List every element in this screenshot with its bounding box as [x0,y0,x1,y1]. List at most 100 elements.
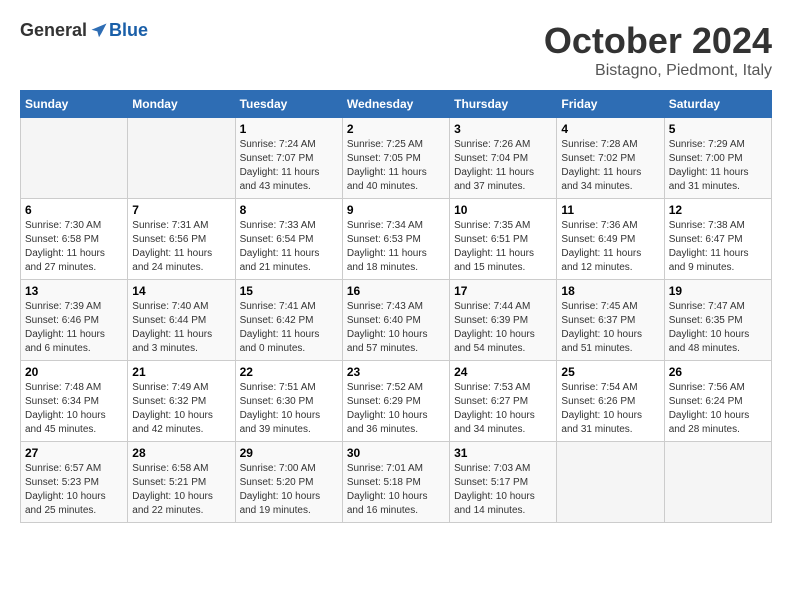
calendar-cell [557,442,664,523]
calendar-cell: 31 Sunrise: 7:03 AM Sunset: 5:17 PM Dayli… [450,442,557,523]
logo-bird-icon [89,21,109,41]
day-info: Sunrise: 7:29 AM Sunset: 7:00 PM Dayligh… [669,138,767,194]
day-number: 2 [347,122,445,136]
day-number: 24 [454,365,552,379]
calendar-cell: 18 Sunrise: 7:45 AM Sunset: 6:37 PM Dayli… [557,280,664,361]
calendar-cell [664,442,771,523]
day-info: Sunrise: 7:00 AM Sunset: 5:20 PM Dayligh… [240,462,338,518]
logo: General Blue [20,20,148,41]
day-info: Sunrise: 7:40 AM Sunset: 6:44 PM Dayligh… [132,300,230,356]
calendar-cell: 23Sunrise: 7:52 AM Sunset: 6:29 PM Dayli… [342,361,449,442]
calendar-cell: 6 Sunrise: 7:30 AM Sunset: 6:58 PM Daylig… [21,199,128,280]
calendar-cell: 10Sunrise: 7:35 AM Sunset: 6:51 PM Dayli… [450,199,557,280]
calendar-cell: 12 Sunrise: 7:38 AM Sunset: 6:47 PM Dayli… [664,199,771,280]
location-title: Bistagno, Piedmont, Italy [544,62,772,80]
day-info: Sunrise: 7:39 AM Sunset: 6:46 PM Dayligh… [25,300,123,356]
day-number: 5 [669,122,767,136]
weekday-header-saturday: Saturday [664,91,771,118]
calendar-cell: 13 Sunrise: 7:39 AM Sunset: 6:46 PM Dayli… [21,280,128,361]
day-info: Sunrise: 7:33 AM Sunset: 6:54 PM Dayligh… [240,219,338,275]
week-row-5: 27Sunrise: 6:57 AM Sunset: 5:23 PM Dayli… [21,442,772,523]
calendar-cell: 26 Sunrise: 7:56 AM Sunset: 6:24 PM Dayli… [664,361,771,442]
page-header: General Blue October 2024 Bistagno, Pied… [20,20,772,80]
day-number: 12 [669,203,767,217]
calendar-cell: 7 Sunrise: 7:31 AM Sunset: 6:56 PM Daylig… [128,199,235,280]
day-number: 19 [669,284,767,298]
logo-blue-text: Blue [109,20,148,41]
calendar-cell: 21 Sunrise: 7:49 AM Sunset: 6:32 PM Dayli… [128,361,235,442]
day-number: 4 [561,122,659,136]
calendar-cell: 20Sunrise: 7:48 AM Sunset: 6:34 PM Dayli… [21,361,128,442]
calendar-cell: 24 Sunrise: 7:53 AM Sunset: 6:27 PM Dayli… [450,361,557,442]
day-info: Sunrise: 7:28 AM Sunset: 7:02 PM Dayligh… [561,138,659,194]
calendar-cell [128,118,235,199]
calendar-cell: 14 Sunrise: 7:40 AM Sunset: 6:44 PM Dayli… [128,280,235,361]
calendar-cell: 29 Sunrise: 7:00 AM Sunset: 5:20 PM Dayli… [235,442,342,523]
logo-general-text: General [20,20,87,41]
day-number: 30 [347,446,445,460]
day-number: 3 [454,122,552,136]
calendar-cell: 28Sunrise: 6:58 AM Sunset: 5:21 PM Dayli… [128,442,235,523]
day-number: 31 [454,446,552,460]
calendar-cell: 27Sunrise: 6:57 AM Sunset: 5:23 PM Dayli… [21,442,128,523]
day-number: 16 [347,284,445,298]
day-number: 25 [561,365,659,379]
day-info: Sunrise: 7:54 AM Sunset: 6:26 PM Dayligh… [561,381,659,437]
calendar-cell: 9Sunrise: 7:34 AM Sunset: 6:53 PM Daylig… [342,199,449,280]
calendar-cell: 4 Sunrise: 7:28 AM Sunset: 7:02 PM Daylig… [557,118,664,199]
calendar-cell: 1Sunrise: 7:24 AM Sunset: 7:07 PM Daylig… [235,118,342,199]
calendar-cell: 3Sunrise: 7:26 AM Sunset: 7:04 PM Daylig… [450,118,557,199]
day-info: Sunrise: 7:36 AM Sunset: 6:49 PM Dayligh… [561,219,659,275]
day-info: Sunrise: 7:52 AM Sunset: 6:29 PM Dayligh… [347,381,445,437]
day-info: Sunrise: 7:48 AM Sunset: 6:34 PM Dayligh… [25,381,123,437]
weekday-header-thursday: Thursday [450,91,557,118]
calendar-table: SundayMondayTuesdayWednesdayThursdayFrid… [20,90,772,523]
day-info: Sunrise: 7:49 AM Sunset: 6:32 PM Dayligh… [132,381,230,437]
week-row-3: 13 Sunrise: 7:39 AM Sunset: 6:46 PM Dayli… [21,280,772,361]
day-info: Sunrise: 7:47 AM Sunset: 6:35 PM Dayligh… [669,300,767,356]
day-info: Sunrise: 7:25 AM Sunset: 7:05 PM Dayligh… [347,138,445,194]
day-number: 28 [132,446,230,460]
day-number: 18 [561,284,659,298]
day-number: 9 [347,203,445,217]
day-number: 29 [240,446,338,460]
calendar-cell: 16 Sunrise: 7:43 AM Sunset: 6:40 PM Dayli… [342,280,449,361]
day-number: 13 [25,284,123,298]
calendar-cell: 2 Sunrise: 7:25 AM Sunset: 7:05 PM Daylig… [342,118,449,199]
day-number: 6 [25,203,123,217]
day-info: Sunrise: 7:30 AM Sunset: 6:58 PM Dayligh… [25,219,123,275]
week-row-2: 6 Sunrise: 7:30 AM Sunset: 6:58 PM Daylig… [21,199,772,280]
calendar-cell: 5 Sunrise: 7:29 AM Sunset: 7:00 PM Daylig… [664,118,771,199]
month-title: October 2024 [544,20,772,62]
day-number: 21 [132,365,230,379]
day-info: Sunrise: 7:38 AM Sunset: 6:47 PM Dayligh… [669,219,767,275]
day-info: Sunrise: 7:03 AM Sunset: 5:17 PM Dayligh… [454,462,552,518]
day-info: Sunrise: 7:31 AM Sunset: 6:56 PM Dayligh… [132,219,230,275]
day-info: Sunrise: 7:56 AM Sunset: 6:24 PM Dayligh… [669,381,767,437]
week-row-1: 1Sunrise: 7:24 AM Sunset: 7:07 PM Daylig… [21,118,772,199]
calendar-cell: 15Sunrise: 7:41 AM Sunset: 6:42 PM Dayli… [235,280,342,361]
day-info: Sunrise: 7:45 AM Sunset: 6:37 PM Dayligh… [561,300,659,356]
calendar-cell [21,118,128,199]
day-info: Sunrise: 7:53 AM Sunset: 6:27 PM Dayligh… [454,381,552,437]
day-number: 14 [132,284,230,298]
weekday-header-monday: Monday [128,91,235,118]
weekday-header-row: SundayMondayTuesdayWednesdayThursdayFrid… [21,91,772,118]
calendar-cell: 19 Sunrise: 7:47 AM Sunset: 6:35 PM Dayli… [664,280,771,361]
day-number: 26 [669,365,767,379]
day-info: Sunrise: 7:44 AM Sunset: 6:39 PM Dayligh… [454,300,552,356]
day-number: 7 [132,203,230,217]
title-section: October 2024 Bistagno, Piedmont, Italy [544,20,772,80]
day-number: 15 [240,284,338,298]
weekday-header-wednesday: Wednesday [342,91,449,118]
day-number: 11 [561,203,659,217]
day-info: Sunrise: 7:51 AM Sunset: 6:30 PM Dayligh… [240,381,338,437]
day-number: 8 [240,203,338,217]
day-info: Sunrise: 6:57 AM Sunset: 5:23 PM Dayligh… [25,462,123,518]
week-row-4: 20Sunrise: 7:48 AM Sunset: 6:34 PM Dayli… [21,361,772,442]
calendar-cell: 25 Sunrise: 7:54 AM Sunset: 6:26 PM Dayli… [557,361,664,442]
weekday-header-sunday: Sunday [21,91,128,118]
day-info: Sunrise: 7:43 AM Sunset: 6:40 PM Dayligh… [347,300,445,356]
day-number: 17 [454,284,552,298]
day-number: 22 [240,365,338,379]
